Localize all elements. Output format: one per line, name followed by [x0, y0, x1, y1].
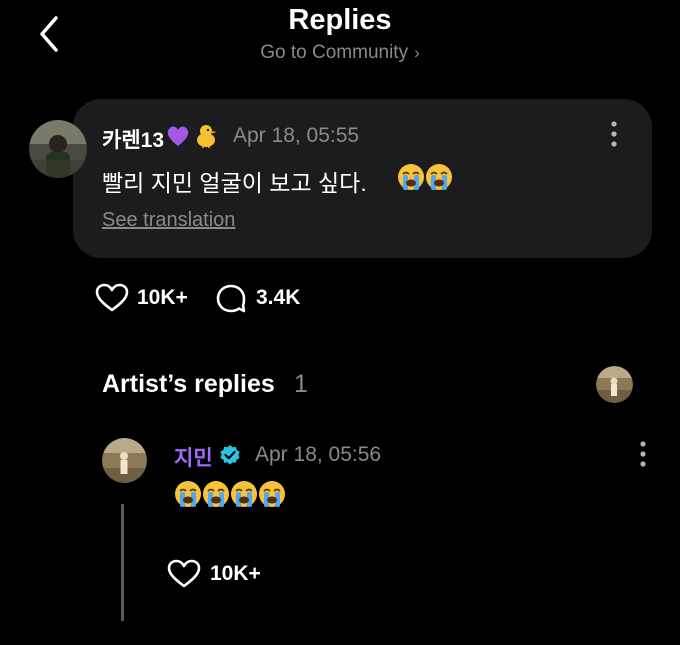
chevron-right-icon: ›	[414, 43, 420, 62]
heart-icon[interactable]	[167, 559, 201, 589]
verified-badge-icon	[220, 445, 240, 465]
artist-replies-heading: Artist’s replies	[102, 370, 275, 398]
crying-face-emoji	[426, 164, 452, 190]
reply-author-avatar[interactable]	[102, 438, 147, 483]
see-translation-link[interactable]: See translation	[102, 209, 235, 232]
post-timestamp: Apr 18, 05:55	[233, 124, 360, 147]
chick-emoji	[197, 125, 217, 148]
crying-face-emoji	[231, 481, 257, 507]
more-options-icon[interactable]	[608, 120, 620, 148]
crying-face-emoji	[259, 481, 285, 507]
post-emoji-group	[397, 163, 461, 193]
artist-avatar[interactable]	[596, 366, 633, 403]
crying-face-emoji	[175, 481, 201, 507]
purple-heart-emoji	[167, 126, 189, 146]
crying-face-emoji	[203, 481, 229, 507]
reply-emoji-group	[174, 480, 302, 512]
post-text: 빨리 지민 얼굴이 보고 싶다.	[102, 170, 367, 196]
like-count: 10K+	[137, 286, 188, 309]
community-link-label: Go to Community	[260, 42, 409, 63]
reply-author-name[interactable]: 지민	[174, 442, 213, 472]
post-author-avatar[interactable]	[29, 120, 87, 178]
crying-face-emoji	[398, 164, 424, 190]
reply-like-count: 10K+	[210, 562, 261, 585]
go-to-community-link[interactable]: Go to Community ›	[0, 42, 680, 64]
thread-connector-line	[121, 504, 124, 621]
artist-replies-count: 1	[294, 370, 308, 398]
heart-icon[interactable]	[95, 283, 129, 313]
page-title: Replies	[288, 4, 392, 36]
more-options-icon[interactable]	[637, 440, 649, 468]
comment-count: 3.4K	[256, 286, 301, 309]
comment-icon[interactable]	[215, 283, 247, 315]
reply-timestamp: Apr 18, 05:56	[255, 443, 382, 466]
post-author-name[interactable]: 카렌13	[102, 124, 164, 154]
